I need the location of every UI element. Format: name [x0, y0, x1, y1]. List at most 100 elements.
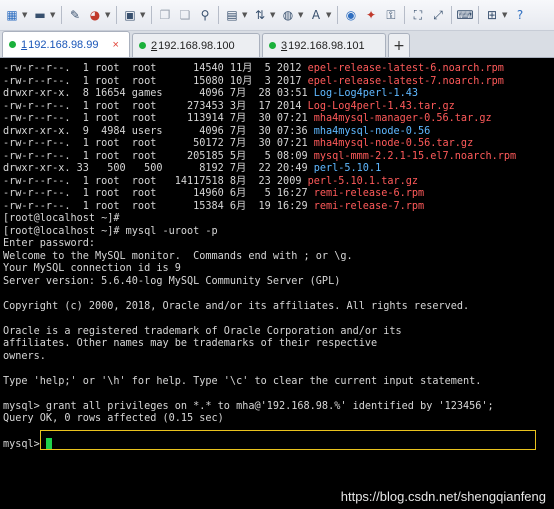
tab-label: 192.168.98.101 — [288, 39, 365, 52]
terminal-line-text: mysql> — [3, 439, 46, 450]
terminal-line-text: owners. — [3, 350, 46, 362]
transfer-icon[interactable]: ⇅ — [251, 5, 269, 25]
record-icon[interactable]: ◉ — [342, 5, 360, 25]
terminal-line-text: Server version: 5.6.40-log MySQL Communi… — [3, 275, 341, 287]
listing-attributes: -rw-r--r--. 1 root root 273453 3月 17 201… — [3, 100, 308, 112]
toolbar-divider — [337, 6, 338, 24]
listing-attributes: -rw-r--r--. 1 root root 50172 7月 30 07:2… — [3, 138, 314, 149]
resize-icon[interactable]: ⤢ — [429, 5, 447, 25]
print-icon[interactable]: ▤ — [223, 5, 241, 25]
chevron-down-icon[interactable]: ▼ — [105, 11, 111, 19]
listing-attributes: -rw-r--r--. 1 root root 113914 7月 30 07:… — [3, 113, 314, 124]
terminal-output[interactable]: -rw-r--r--. 1 root root 14540 11月 5 2012… — [0, 59, 554, 509]
chevron-down-icon[interactable]: ▼ — [326, 11, 332, 19]
listing-row: -rw-r--r--. 1 root root 15384 6月 19 16:2… — [3, 201, 554, 214]
terminal-line: Your MySQL connection id is 9 — [3, 263, 554, 276]
settings-icon[interactable]: ▣ — [121, 5, 139, 25]
terminal-line: mysql> — [3, 438, 554, 451]
pencil-icon[interactable]: ✎ — [66, 5, 84, 25]
chevron-down-icon[interactable]: ▼ — [22, 11, 28, 19]
file-name: Log-Log4perl-1.43.tar.gz — [307, 100, 455, 112]
chevron-down-icon[interactable]: ▼ — [298, 11, 304, 19]
listing-attributes: -rw-r--r--. 1 root root 205185 5月 5 08:0… — [3, 150, 314, 162]
tab-label: 192.168.98.100 — [158, 39, 235, 52]
directory-name: perl-5.10.1 — [313, 163, 382, 174]
toolbar-divider — [218, 6, 219, 24]
copy-icon[interactable]: ❐ — [156, 5, 174, 25]
listing-row: -rw-r--r--. 1 root root 205185 5月 5 08:0… — [3, 151, 554, 164]
file-name: mha4mysql-manager-0.56.tar.gz — [313, 113, 492, 124]
new-tab-button[interactable]: + — [388, 33, 410, 57]
font-icon[interactable]: A — [307, 5, 325, 25]
palette-icon[interactable]: ◕ — [86, 5, 104, 25]
terminal-line: Oracle is a registered trademark of Orac… — [3, 326, 554, 339]
terminal-line-text: Copyright (c) 2000, 2018, Oracle and/or … — [3, 300, 470, 312]
tab-number: 3 — [281, 39, 288, 52]
script-icon[interactable]: ✦ — [362, 5, 380, 25]
chevron-down-icon[interactable]: ▼ — [270, 11, 276, 19]
toolbar-divider — [404, 6, 405, 24]
tab-session-3[interactable]: 3 192.168.98.101 — [262, 33, 386, 57]
lock-icon[interactable]: ⚿ — [382, 5, 400, 25]
listing-row: -rw-r--r--. 1 root root 50172 7月 30 07:2… — [3, 138, 554, 151]
terminal-line-text: Type 'help;' or '\h' for help. Type '\c'… — [3, 375, 482, 387]
file-name: perl-5.10.1.tar.gz — [307, 175, 418, 187]
help-icon[interactable]: ? — [511, 5, 529, 25]
listing-attributes: -rw-r--r--. 1 root root 14117518 8月 23 2… — [3, 175, 308, 187]
terminal-line-text: Welcome to the MySQL monitor. Commands e… — [3, 250, 353, 262]
connected-status-icon — [139, 42, 146, 49]
file-name: remi-release-6.rpm — [313, 188, 425, 199]
toolbar-divider — [116, 6, 117, 24]
tab-session-2[interactable]: 2 192.168.98.100 — [132, 33, 260, 57]
keyboard-icon[interactable]: ⌨ — [456, 5, 474, 25]
paste-icon[interactable]: ❏ — [176, 5, 194, 25]
listing-attributes: drwxr-xr-x. 8 16654 games 4096 7月 28 03:… — [3, 88, 314, 99]
add-icon[interactable]: ⊞ — [483, 5, 501, 25]
open-folder-icon[interactable]: ▬ — [31, 5, 49, 25]
chevron-down-icon[interactable]: ▼ — [242, 11, 248, 19]
file-name: mha4mysql-node-0.56.tar.gz — [313, 138, 474, 149]
find-icon[interactable]: ⚲ — [196, 5, 214, 25]
listing-row: drwxr-xr-x. 33 500 500 8192 7月 22 20:49 … — [3, 163, 554, 176]
toolbar-divider — [478, 6, 479, 24]
file-name: remi-release-7.rpm — [313, 200, 425, 212]
listing-row: -rw-r--r--. 1 root root 14960 6月 5 16:27… — [3, 188, 554, 201]
terminal-line-text: Query OK, 0 rows affected (0.15 sec) — [3, 413, 224, 424]
listing-row: drwxr-xr-x. 8 16654 games 4096 7月 28 03:… — [3, 88, 554, 101]
chevron-down-icon[interactable]: ▼ — [140, 11, 146, 19]
terminal-line: [root@localhost ~]# mysql -uroot -p — [3, 226, 554, 239]
listing-row: -rw-r--r--. 1 root root 15080 10月 3 2017… — [3, 76, 554, 89]
file-name: epel-release-latest-6.noarch.rpm — [307, 63, 504, 74]
terminal-line: [root@localhost ~]# — [3, 213, 554, 226]
file-name: epel-release-latest-7.noarch.rpm — [307, 75, 504, 87]
file-name: mysql-mmm-2.2.1-15.el7.noarch.rpm — [313, 150, 517, 162]
terminal-line-text: [root@localhost ~]# mysql -uroot -p — [3, 225, 218, 237]
terminal-line-text: [root@localhost ~]# — [3, 213, 120, 224]
listing-attributes: -rw-r--r--. 1 root root 15080 10月 3 2017 — [3, 75, 308, 87]
terminal-line-text: Oracle is a registered trademark of Orac… — [3, 325, 402, 337]
globe-icon[interactable]: ◍ — [279, 5, 297, 25]
terminal-line: Type 'help;' or '\h' for help. Type '\c'… — [3, 376, 554, 389]
terminal-line: Welcome to the MySQL monitor. Commands e… — [3, 251, 554, 264]
tab-number: 1 — [21, 38, 28, 51]
tab-session-1[interactable]: 1 192.168.98.99 × — [2, 31, 130, 57]
chevron-down-icon[interactable]: ▼ — [502, 11, 508, 19]
chevron-down-icon[interactable]: ▼ — [50, 11, 56, 19]
toolbar-divider — [61, 6, 62, 24]
listing-attributes: -rw-r--r--. 1 root root 15384 6月 19 16:2… — [3, 200, 314, 212]
fullscreen-icon[interactable]: ⛶ — [409, 5, 427, 25]
close-icon[interactable]: × — [112, 39, 118, 51]
listing-attributes: -rw-r--r--. 1 root root 14540 11月 5 2012 — [3, 63, 308, 74]
terminal-line: Enter password: — [3, 238, 554, 251]
cursor — [45, 438, 52, 449]
terminal-line: affiliates. Other names may be trademark… — [3, 338, 554, 351]
terminal-line: Server version: 5.6.40-log MySQL Communi… — [3, 276, 554, 289]
new-session-icon[interactable]: ▦ — [3, 5, 21, 25]
directory-name: Log-Log4perl-1.43 — [313, 88, 419, 99]
tab-label: 192.168.98.99 — [28, 38, 99, 51]
terminal-line: Query OK, 0 rows affected (0.15 sec) — [3, 413, 554, 426]
listing-row: drwxr-xr-x. 9 4984 users 4096 7月 30 07:3… — [3, 126, 554, 139]
listing-attributes: drwxr-xr-x. 33 500 500 8192 7月 22 20:49 — [3, 163, 314, 174]
